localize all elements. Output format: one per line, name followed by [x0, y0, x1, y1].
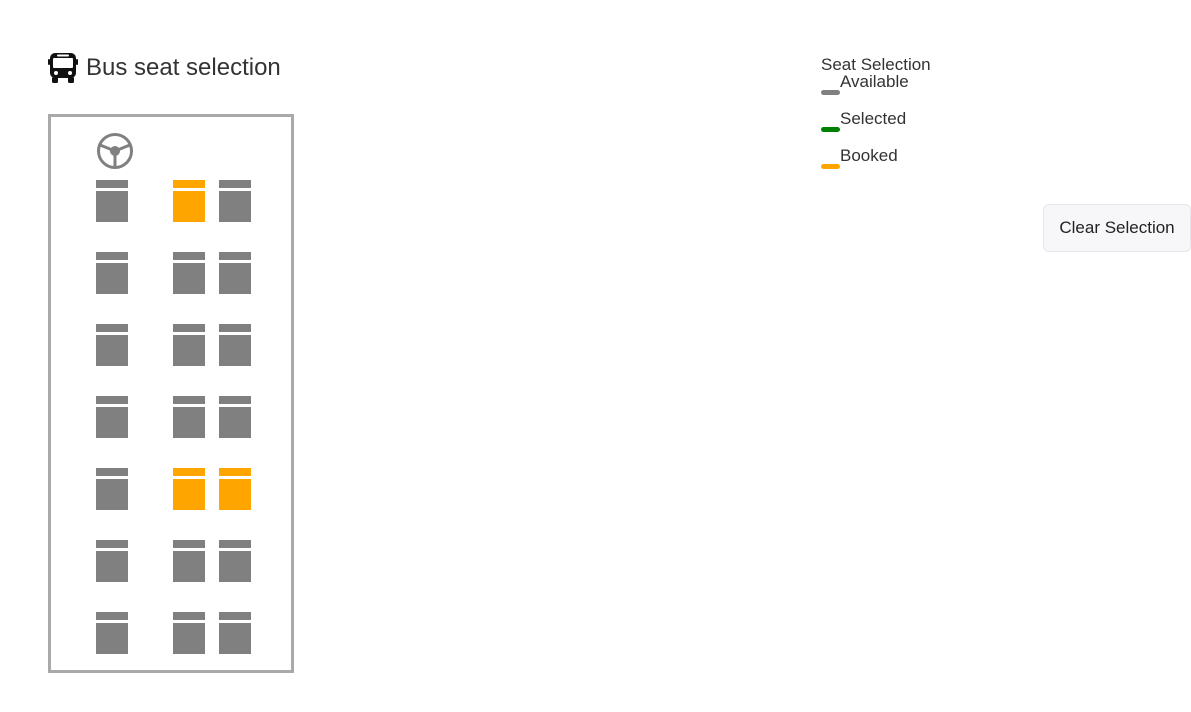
- seat-2-left[interactable]: [96, 252, 128, 294]
- seat-backrest: [219, 540, 251, 548]
- seat-6-aisle-left[interactable]: [173, 540, 205, 582]
- seat-7-aisle-right[interactable]: [219, 612, 251, 654]
- seat-backrest: [173, 180, 205, 188]
- header: Bus seat selection: [48, 52, 281, 84]
- seat-backrest: [96, 252, 128, 260]
- legend-swatch-booked: [821, 164, 840, 169]
- legend-item-booked: Booked: [821, 146, 1021, 185]
- legend-swatch-selected: [821, 127, 840, 132]
- seat-4-aisle-right[interactable]: [219, 396, 251, 438]
- seat-cushion: [96, 263, 128, 294]
- seat-cushion: [219, 263, 251, 294]
- seat-cushion: [96, 623, 128, 654]
- seat-3-aisle-right[interactable]: [219, 324, 251, 366]
- seat-cushion: [173, 479, 205, 510]
- seat-2-aisle-right[interactable]: [219, 252, 251, 294]
- seat-legend: Seat Selection Available Selected Booked: [821, 56, 1021, 185]
- seat-5-aisle-right: [219, 468, 251, 510]
- seat-3-aisle-left[interactable]: [173, 324, 205, 366]
- page-title: Bus seat selection: [86, 54, 281, 81]
- seat-cushion: [173, 335, 205, 366]
- bus-layout: [48, 114, 294, 673]
- seat-2-aisle-left[interactable]: [173, 252, 205, 294]
- page: Bus seat selection Seat Selection Availa…: [0, 0, 1191, 712]
- seat-backrest: [219, 468, 251, 476]
- seat-3-left[interactable]: [96, 324, 128, 366]
- legend-label: Booked: [840, 146, 898, 165]
- seat-cushion: [173, 191, 205, 222]
- seat-backrest: [219, 324, 251, 332]
- seat-1-left[interactable]: [96, 180, 128, 222]
- legend-item-available: Available: [821, 72, 1021, 111]
- legend-label: Available: [840, 72, 909, 91]
- seat-cushion: [173, 551, 205, 582]
- seat-7-left[interactable]: [96, 612, 128, 654]
- seat-cushion: [219, 623, 251, 654]
- seat-5-left[interactable]: [96, 468, 128, 510]
- seat-backrest: [173, 540, 205, 548]
- seat-backrest: [173, 252, 205, 260]
- seat-backrest: [96, 468, 128, 476]
- seat-cushion: [219, 335, 251, 366]
- seat-1-aisle-left: [173, 180, 205, 222]
- seat-cushion: [173, 623, 205, 654]
- seat-4-aisle-left[interactable]: [173, 396, 205, 438]
- seat-backrest: [219, 180, 251, 188]
- seat-cushion: [219, 191, 251, 222]
- seat-backrest: [219, 252, 251, 260]
- legend-swatch-available: [821, 90, 840, 95]
- seat-cushion: [219, 551, 251, 582]
- seat-5-aisle-left: [173, 468, 205, 510]
- seat-cushion: [173, 263, 205, 294]
- seat-cushion: [219, 479, 251, 510]
- seat-6-aisle-right[interactable]: [219, 540, 251, 582]
- seat-backrest: [96, 396, 128, 404]
- seat-1-aisle-right[interactable]: [219, 180, 251, 222]
- legend-label: Selected: [840, 109, 907, 128]
- seat-cushion: [96, 191, 128, 222]
- steering-wheel-icon: [95, 131, 135, 171]
- bus-icon: [48, 52, 78, 84]
- seat-cushion: [96, 335, 128, 366]
- seat-cushion: [96, 407, 128, 438]
- seat-cushion: [96, 551, 128, 582]
- seat-backrest: [96, 324, 128, 332]
- seat-backrest: [96, 612, 128, 620]
- seat-backrest: [219, 396, 251, 404]
- seat-backrest: [96, 180, 128, 188]
- seat-backrest: [173, 396, 205, 404]
- seat-6-left[interactable]: [96, 540, 128, 582]
- legend-item-selected: Selected: [821, 109, 1021, 148]
- seat-4-left[interactable]: [96, 396, 128, 438]
- seat-backrest: [173, 612, 205, 620]
- seat-backrest: [96, 540, 128, 548]
- seat-7-aisle-left[interactable]: [173, 612, 205, 654]
- clear-selection-button[interactable]: Clear Selection: [1043, 204, 1191, 252]
- seat-backrest: [219, 612, 251, 620]
- seat-backrest: [173, 324, 205, 332]
- seat-backrest: [173, 468, 205, 476]
- seat-cushion: [219, 407, 251, 438]
- seat-cushion: [96, 479, 128, 510]
- seat-cushion: [173, 407, 205, 438]
